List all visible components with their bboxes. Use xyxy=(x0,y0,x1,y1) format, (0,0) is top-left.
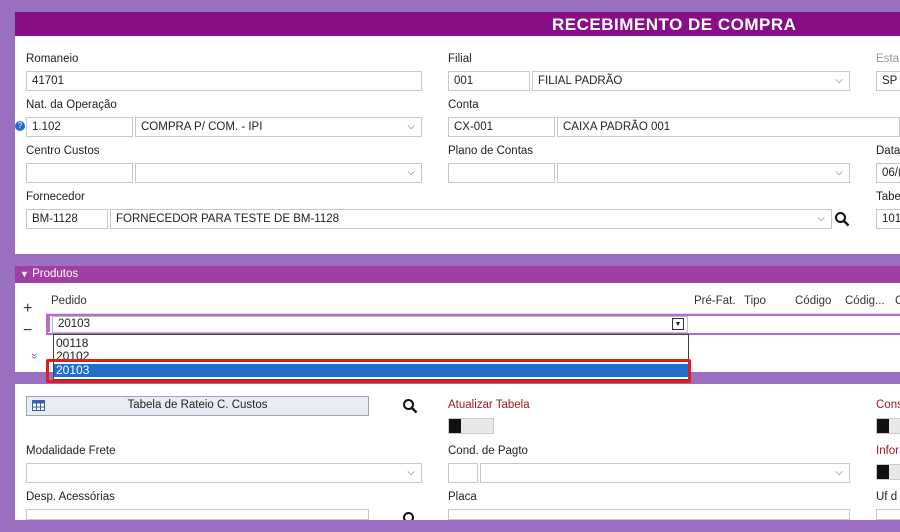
produtos-section-header[interactable]: ▼ Produtos xyxy=(15,266,900,283)
search-icon[interactable] xyxy=(834,211,850,227)
infor-label: Infor xyxy=(876,445,900,457)
data-label: Data xyxy=(876,145,900,157)
centro-custos-select[interactable]: ⌵ xyxy=(135,163,422,183)
toggle-knob xyxy=(449,419,461,433)
tabela-value: 101 xyxy=(882,213,900,225)
nat-operacao-code-field[interactable]: 1.102 xyxy=(26,117,133,137)
uf-label: Uf d xyxy=(876,491,898,503)
conta-name-field[interactable]: CAIXA PADRÃO 001 xyxy=(557,117,900,137)
romaneio-field[interactable]: 41701 xyxy=(26,71,422,91)
filial-code-value: 001 xyxy=(454,75,474,87)
highlight-annotation xyxy=(46,359,691,383)
tabela-label: Tabe xyxy=(876,191,900,203)
rateio-button-label: Tabela de Rateio C. Custos xyxy=(127,399,268,411)
placa-field[interactable] xyxy=(448,509,850,520)
col-tipo-header[interactable]: Tipo xyxy=(744,295,766,307)
fornecedor-code-value: BM-1128 xyxy=(32,213,78,225)
romaneio-label: Romaneio xyxy=(26,53,79,65)
window-title-bar: RECEBIMENTO DE COMPRA xyxy=(15,12,900,36)
estado-field[interactable]: SP xyxy=(876,71,900,91)
desp-acessorias-label: Desp. Acessórias xyxy=(26,491,115,503)
chevron-down-icon: ⌵ xyxy=(835,75,843,86)
fornecedor-label: Fornecedor xyxy=(26,191,85,203)
nat-operacao-select[interactable]: COMPRA P/ COM. - IPI ⌵ xyxy=(135,117,422,137)
col-codigo2-header[interactable]: Códig... xyxy=(845,295,885,307)
conta-code-value: CX-001 xyxy=(454,121,493,133)
plano-contas-select[interactable]: ⌵ xyxy=(557,163,850,183)
nat-operacao-code-value: 1.102 xyxy=(32,121,61,133)
atualizar-tabela-toggle[interactable] xyxy=(448,418,494,434)
fornecedor-name-value: FORNECEDOR PARA TESTE DE BM-1128 xyxy=(116,213,340,225)
placa-label: Placa xyxy=(448,491,477,503)
pedido-combo[interactable]: 20103 ▼ xyxy=(52,316,688,333)
plano-contas-label: Plano de Contas xyxy=(448,145,534,157)
expand-rows-button[interactable]: » xyxy=(28,353,40,359)
info-icon[interactable]: ? xyxy=(15,121,25,131)
col-extra-header[interactable]: C xyxy=(895,295,900,307)
filial-label: Filial xyxy=(448,53,472,65)
conta-code-field[interactable]: CX-001 xyxy=(448,117,555,137)
cons-toggle[interactable] xyxy=(876,418,900,434)
row-indicator xyxy=(47,316,50,332)
search-icon[interactable] xyxy=(402,511,418,520)
filial-code-field[interactable]: 001 xyxy=(448,71,530,91)
plano-contas-code-field[interactable] xyxy=(448,163,555,183)
centro-custos-code-field[interactable] xyxy=(26,163,133,183)
infor-toggle[interactable] xyxy=(876,464,900,480)
col-pedido-header[interactable]: Pedido xyxy=(51,295,87,307)
chevron-down-icon: ⌵ xyxy=(835,467,843,478)
data-field[interactable]: 06/( xyxy=(876,163,900,183)
uf-field[interactable] xyxy=(876,509,900,520)
estado-label: Esta xyxy=(876,53,900,65)
data-value: 06/( xyxy=(882,167,900,179)
nat-operacao-name-value: COMPRA P/ COM. - IPI xyxy=(141,121,263,133)
filial-name-value: FILIAL PADRÃO xyxy=(538,75,623,87)
conta-label: Conta xyxy=(448,99,479,111)
chevron-down-icon: ⌵ xyxy=(817,213,825,224)
cond-pagto-code-field[interactable] xyxy=(448,463,478,483)
cond-pagto-label: Cond. de Pagto xyxy=(448,445,528,457)
modalidade-frete-select[interactable]: ⌵ xyxy=(26,463,422,483)
nat-operacao-label: Nat. da Operação xyxy=(26,99,117,111)
chevron-down-icon: ⌵ xyxy=(407,467,415,478)
fornecedor-code-field[interactable]: BM-1128 xyxy=(26,209,108,229)
caret-down-icon: ▼ xyxy=(20,269,29,279)
col-prefat-header[interactable]: Pré-Fat. xyxy=(694,295,736,307)
estado-value: SP xyxy=(882,75,898,87)
toggle-knob xyxy=(877,419,889,433)
chevron-down-icon: ⌵ xyxy=(835,167,843,178)
cons-label: Cons xyxy=(876,399,900,411)
produtos-section-label: Produtos xyxy=(32,268,79,280)
chevron-down-icon: ⌵ xyxy=(407,121,415,132)
add-row-button[interactable]: + xyxy=(23,300,32,318)
atualizar-tabela-label: Atualizar Tabela xyxy=(448,399,530,411)
col-codigo-header[interactable]: Código xyxy=(795,295,831,307)
grid-header-row xyxy=(46,290,900,314)
combo-dropdown-button[interactable]: ▼ xyxy=(672,318,684,330)
rateio-button[interactable]: Tabela de Rateio C. Custos xyxy=(26,396,369,416)
tabela-field[interactable]: 101 xyxy=(876,209,900,229)
toggle-knob xyxy=(877,465,889,479)
chevron-down-icon: ⌵ xyxy=(407,167,415,178)
filial-select[interactable]: FILIAL PADRÃO ⌵ xyxy=(532,71,850,91)
cond-pagto-select[interactable]: ⌵ xyxy=(480,463,850,483)
modalidade-frete-label: Modalidade Frete xyxy=(26,445,116,457)
conta-name-value: CAIXA PADRÃO 001 xyxy=(563,121,671,133)
fornecedor-select[interactable]: FORNECEDOR PARA TESTE DE BM-1128 ⌵ xyxy=(110,209,832,229)
centro-custos-label: Centro Custos xyxy=(26,145,100,157)
desp-acessorias-field[interactable] xyxy=(26,509,369,520)
romaneio-value: 41701 xyxy=(32,75,64,87)
search-icon[interactable] xyxy=(402,398,418,414)
page-title: RECEBIMENTO DE COMPRA xyxy=(552,15,797,34)
remove-row-button[interactable]: − xyxy=(23,322,32,340)
pedido-combo-value: 20103 xyxy=(58,318,90,330)
